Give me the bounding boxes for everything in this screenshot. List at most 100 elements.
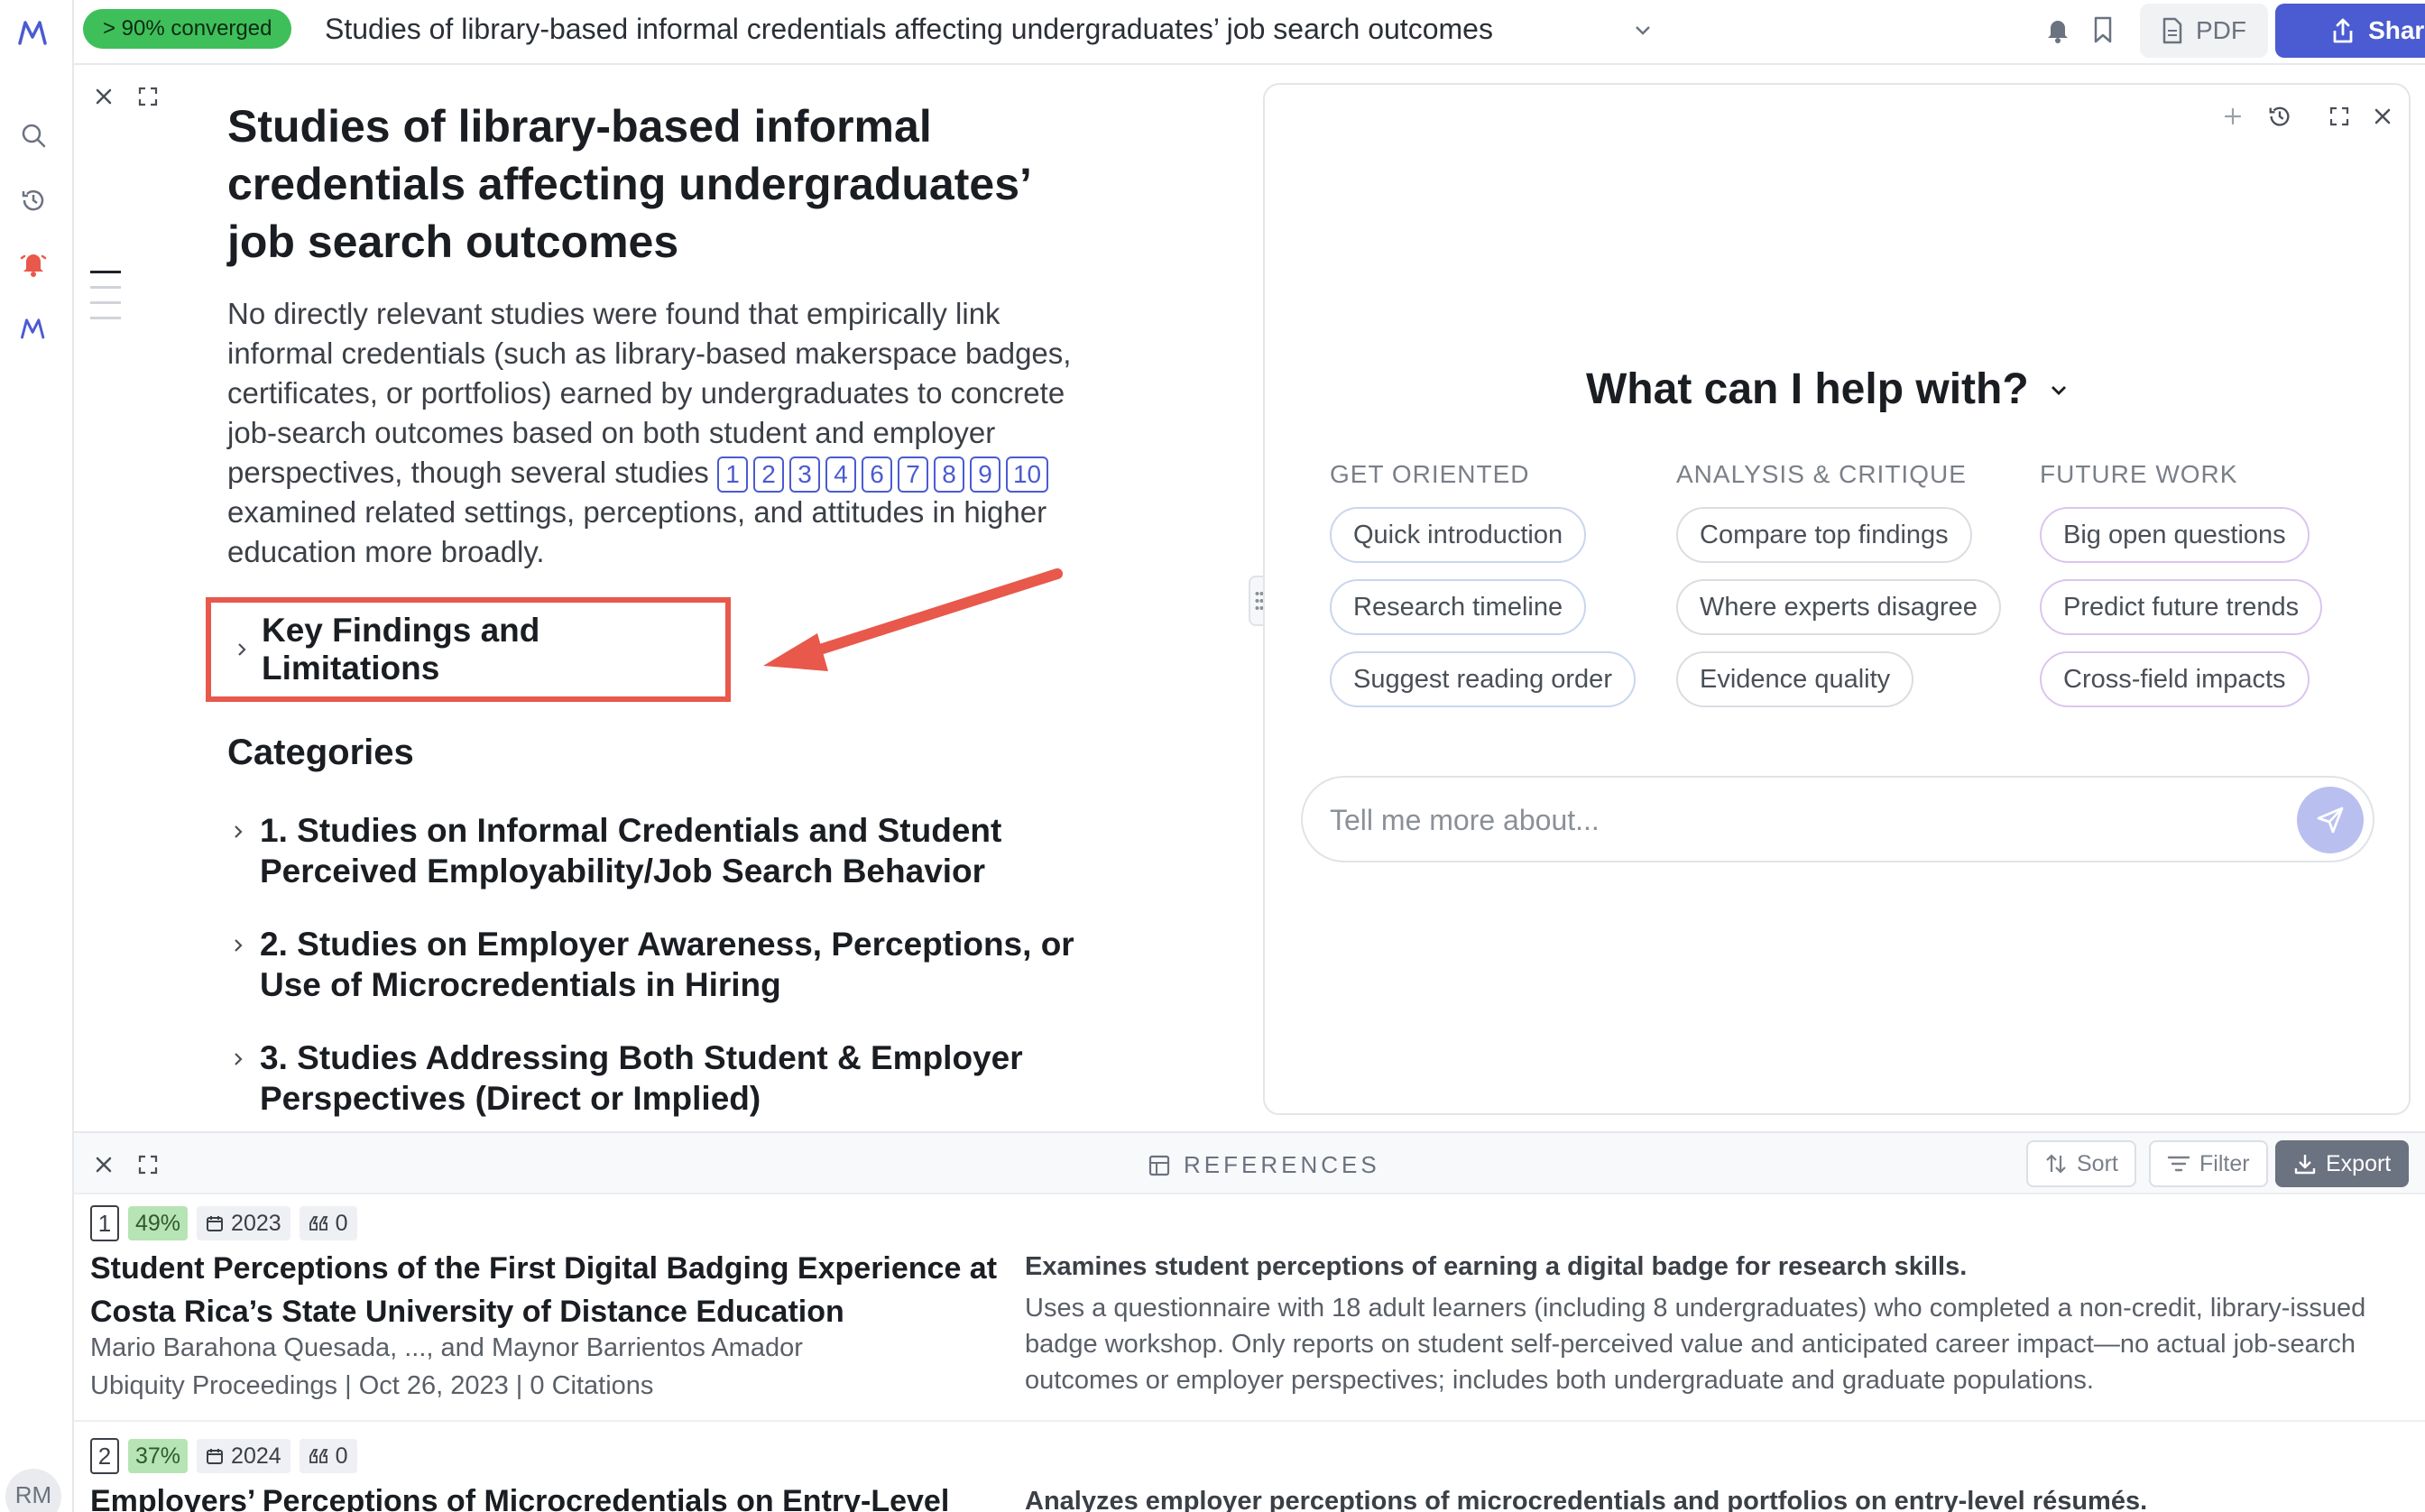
citation-chip[interactable]: 8 (933, 456, 964, 493)
bell-icon[interactable] (2042, 14, 2073, 45)
history-icon[interactable] (2264, 101, 2295, 132)
suggestion-pill[interactable]: Suggest reading order (1330, 651, 1636, 707)
share-button[interactable]: Share (2275, 4, 2425, 58)
pdf-label: PDF (2196, 16, 2246, 44)
reference-title[interactable]: Employers’ Perceptions of Microcredentia… (90, 1480, 1047, 1512)
close-references-icon[interactable] (90, 1151, 117, 1178)
sort-button[interactable]: Sort (2026, 1140, 2136, 1187)
category-item[interactable]: 2. Studies on Employer Awareness, Percep… (231, 924, 1079, 1005)
reference-title[interactable]: Student Perceptions of the First Digital… (90, 1247, 1047, 1333)
chat-input-box (1301, 776, 2374, 862)
suggestion-pill[interactable]: Research timeline (1330, 579, 1587, 635)
citation-chip[interactable]: 1 (716, 456, 748, 493)
notification-bell-icon[interactable] (17, 247, 50, 280)
document-icon (2162, 17, 2183, 44)
citation-list: 1 2 3 4 6 7 8 9 10 (716, 456, 1054, 493)
send-icon (2315, 805, 2346, 835)
app-logo-icon[interactable] (17, 16, 50, 49)
references-label: REFERENCES (1184, 1151, 1380, 1178)
calendar-icon (206, 1447, 224, 1465)
chevron-right-icon (235, 641, 249, 659)
history-icon[interactable] (17, 184, 50, 217)
year-badge: 2023 (197, 1206, 290, 1240)
download-icon (2293, 1152, 2317, 1175)
chevron-right-icon (231, 1050, 245, 1119)
suggestion-pill[interactable]: Compare top findings (1676, 507, 1972, 563)
reference-summary-heading: Examines student perceptions of earning … (1025, 1252, 1968, 1281)
citation-chip[interactable]: 2 (752, 456, 784, 493)
export-label: Export (2326, 1150, 2392, 1176)
expand-pane-icon[interactable] (134, 83, 161, 110)
document-title[interactable]: Studies of library-based informal creden… (325, 13, 1493, 46)
references-title: REFERENCES (1148, 1151, 1380, 1179)
category-label: 2. Studies on Employer Awareness, Percep… (260, 926, 1074, 1003)
left-rail: RM (0, 0, 74, 1512)
key-findings-label: Key Findings and Limitations (262, 612, 540, 687)
category-label: 1. Studies on Informal Credentials and S… (260, 812, 1002, 890)
sort-icon (2044, 1152, 2068, 1175)
search-icon[interactable] (17, 119, 50, 152)
table-of-contents-icon[interactable] (90, 271, 121, 332)
table-icon (1148, 1154, 1171, 1177)
relevance-badge: 37% (128, 1439, 189, 1473)
suggestion-pill[interactable]: Cross-field impacts (2040, 651, 2310, 707)
citation-chip[interactable]: 10 (1005, 456, 1049, 493)
citation-chip[interactable]: 7 (897, 456, 928, 493)
citation-count-badge: 0 (299, 1439, 357, 1473)
expand-icon[interactable] (2324, 101, 2355, 132)
summary-paragraph: No directly relevant studies were found … (227, 294, 1075, 572)
user-avatar[interactable]: RM (5, 1469, 61, 1512)
chevron-right-icon (231, 823, 245, 891)
suggestion-pill[interactable]: Big open questions (2040, 507, 2310, 563)
workspace-logo-icon[interactable] (17, 312, 50, 345)
suggestion-pill[interactable]: Quick introduction (1330, 507, 1587, 563)
category-item[interactable]: 1. Studies on Informal Credentials and S… (231, 810, 1079, 891)
export-button[interactable]: Export (2275, 1140, 2410, 1187)
chat-input[interactable] (1330, 797, 2232, 843)
converged-badge: > 90% converged (83, 9, 292, 49)
filter-label: Filter (2199, 1150, 2250, 1176)
citation-count: 0 (335, 1443, 348, 1469)
suggestion-pill[interactable]: Predict future trends (2040, 579, 2323, 635)
filter-button[interactable]: Filter (2149, 1140, 2268, 1187)
suggestion-pill[interactable]: Evidence quality (1676, 651, 1914, 707)
top-bar: > 90% converged Studies of library-based… (74, 0, 2425, 65)
reference-number: 2 (90, 1438, 119, 1474)
document-body: Studies of library-based informal creden… (227, 97, 1075, 572)
reference-meta: 2 37% 2024 0 (90, 1438, 357, 1474)
close-pane-icon[interactable] (90, 83, 117, 110)
relevance-badge: 49% (128, 1206, 189, 1240)
reference-meta: 1 49% 2023 0 (90, 1205, 357, 1241)
expand-references-icon[interactable] (134, 1151, 161, 1178)
citation-chip[interactable]: 6 (861, 456, 892, 493)
chevron-down-icon (2047, 378, 2070, 401)
quote-icon (309, 1215, 328, 1231)
citation-count: 0 (335, 1210, 348, 1236)
pdf-button[interactable]: PDF (2140, 4, 2268, 58)
reference-row[interactable]: 2 37% 2024 0 Employers’ Perceptions of M… (74, 1427, 2425, 1512)
reference-number: 1 (90, 1205, 119, 1241)
category-label: 3. Studies Addressing Both Student & Emp… (260, 1039, 1023, 1117)
categories-heading: Categories (227, 733, 414, 772)
column-heading-analysis: ANALYSIS & CRITIQUE (1676, 460, 1967, 488)
reference-authors: Mario Barahona Quesada, ..., and Maynor … (90, 1333, 803, 1362)
bookmark-icon[interactable] (2088, 14, 2118, 45)
share-icon (2330, 17, 2356, 44)
annotation-arrow (749, 559, 1074, 677)
citation-chip[interactable]: 4 (825, 456, 856, 493)
references-toolbar: REFERENCES Sort Filter Export (74, 1131, 2425, 1194)
send-button[interactable] (2297, 787, 2364, 853)
category-item[interactable]: 3. Studies Addressing Both Student & Emp… (231, 1037, 1079, 1119)
citation-chip[interactable]: 9 (969, 456, 1000, 493)
help-prompt[interactable]: What can I help with? (1586, 364, 2070, 414)
citation-chip[interactable]: 3 (788, 456, 820, 493)
chevron-right-icon (231, 936, 245, 1005)
column-heading-future-work: FUTURE WORK (2040, 460, 2238, 488)
key-findings-toggle[interactable]: Key Findings and Limitations (206, 597, 731, 702)
suggestion-pill[interactable]: Where experts disagree (1676, 579, 2001, 635)
page-title: Studies of library-based informal creden… (227, 101, 1030, 267)
chevron-down-icon[interactable] (1631, 18, 1655, 41)
close-icon[interactable] (2367, 101, 2398, 132)
reference-row[interactable]: 1 49% 2023 0 Student Perceptions of the … (74, 1194, 2425, 1420)
plus-icon[interactable] (2218, 101, 2248, 132)
